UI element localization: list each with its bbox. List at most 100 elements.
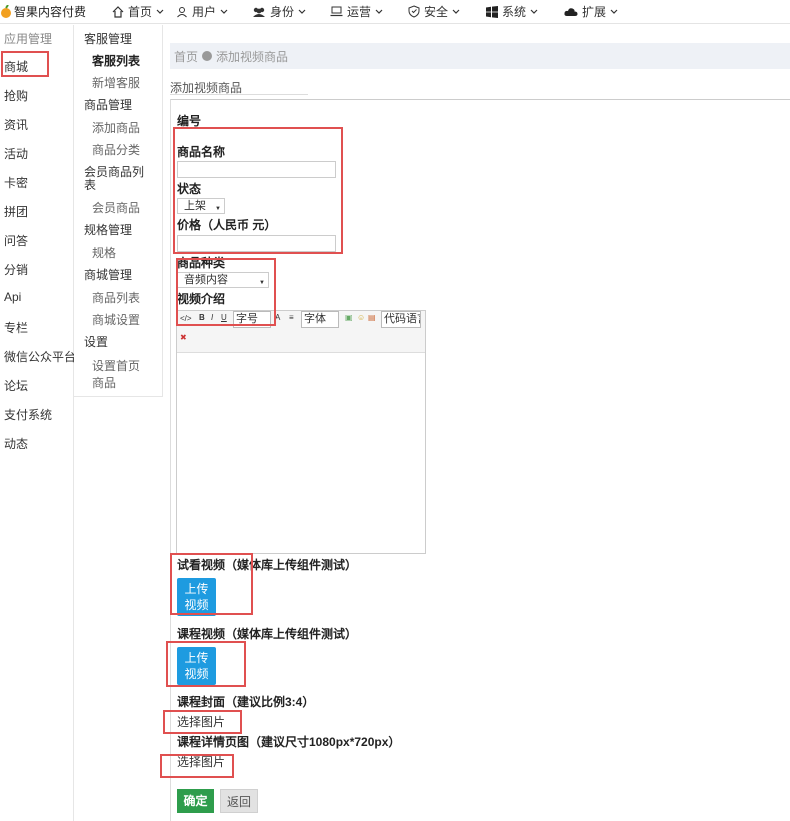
submenu-item-mall-settings[interactable]: 商城设置 [92, 314, 140, 327]
sidebar-item-group-buy[interactable]: 拼团 [4, 203, 28, 220]
nav-extension[interactable]: 扩展 [560, 0, 630, 24]
top-navbar: 智果内容付费 首页 用户 身份 运营 安全 系统 扩展 [0, 0, 790, 24]
category-label: 商品种类 [177, 256, 226, 270]
breadcrumb-home[interactable]: 首页 [174, 48, 198, 65]
category-select[interactable]: 音频内容 ▼ [177, 272, 269, 288]
nav-identity[interactable]: 身份 [248, 0, 326, 24]
editor-toolbar: </> B I U 字号 A ≡ 字体 ▣ ☺ ▤ 代码语言 ✖ [177, 311, 425, 353]
main-nav: 首页 用户 身份 运营 安全 系统 扩展 [108, 0, 630, 24]
nav-home[interactable]: 首页 [108, 0, 172, 24]
image-icon[interactable]: ▣ [345, 313, 353, 322]
chevron-down-icon [610, 9, 618, 14]
detail-image-label: 课程详情页图（建议尺寸1080px*720px） [177, 735, 401, 749]
sidebar-item-wechat[interactable]: 微信公众平台 [4, 348, 76, 365]
nav-security[interactable]: 安全 [404, 0, 482, 24]
sidebar-item-payment[interactable]: 支付系统 [4, 406, 52, 423]
sidebar-item-forum[interactable]: 论坛 [4, 377, 28, 394]
select-detail-image-link[interactable]: 选择图片 [177, 753, 225, 770]
price-input[interactable] [177, 235, 336, 252]
sidebar-item-column[interactable]: 专栏 [4, 319, 28, 336]
dropdown-arrow-icon: ▼ [215, 206, 221, 212]
chevron-down-icon [298, 9, 306, 14]
sidebar-item-card[interactable]: 卡密 [4, 174, 28, 191]
italic-icon[interactable]: I [211, 313, 213, 322]
brand-name: 智果内容付费 [14, 5, 87, 19]
sidebar-item-activity[interactable]: 活动 [4, 145, 28, 162]
sub-menu: 客服管理 客服列表 新增客服 商品管理 添加商品 商品分类 会员商品列表 会员商… [74, 25, 163, 397]
cover-label: 课程封面（建议比例3:4） [177, 695, 315, 709]
chevron-down-icon [375, 9, 383, 14]
confirm-button[interactable]: 确定 [177, 789, 214, 813]
submenu-group-settings[interactable]: 设置 [84, 336, 108, 349]
status-label: 状态 [177, 182, 202, 196]
logo-icon [0, 3, 12, 19]
select-cover-image-link[interactable]: 选择图片 [177, 713, 225, 730]
sidebar-item-qa[interactable]: 问答 [4, 232, 28, 249]
nav-system[interactable]: 系统 [482, 0, 560, 24]
submenu-group-mall[interactable]: 商城管理 [84, 269, 132, 282]
upload-trial-video-button[interactable]: 上传 视频 [177, 578, 216, 616]
dot-separator-icon [202, 51, 213, 61]
chevron-down-icon [530, 9, 538, 14]
clear-format-icon[interactable]: ✖ [180, 333, 187, 342]
tab-underline [170, 94, 308, 95]
submenu-group-spec[interactable]: 规格管理 [84, 224, 132, 237]
html-source-icon[interactable]: </> [180, 314, 192, 323]
breadcrumb: 首页 添加视频商品 [170, 43, 790, 69]
submenu-group-member-goods[interactable]: 会员商品列表 [84, 166, 150, 192]
align-icon[interactable]: ≡ [289, 313, 294, 322]
intro-label: 视频介绍 [177, 292, 226, 306]
name-label: 商品名称 [177, 145, 226, 159]
font-family-select[interactable]: 字体 [301, 311, 339, 328]
chevron-down-icon [156, 9, 164, 14]
font-size-select[interactable]: 字号 [233, 311, 271, 328]
windows-icon [486, 5, 498, 18]
submenu-item-home-goods[interactable]: 设置首页商品 [92, 358, 146, 392]
underline-icon[interactable]: U [221, 313, 227, 322]
nav-operation[interactable]: 运营 [326, 0, 404, 24]
nav-user[interactable]: 用户 [172, 0, 248, 24]
emoji-icon[interactable]: ☺ [357, 313, 365, 322]
home-icon [112, 5, 124, 18]
course-video-label: 课程视频（媒体库上传组件测试） [177, 627, 358, 641]
trial-video-label: 试看视频（媒体库上传组件测试） [177, 558, 358, 572]
submenu-item-spec[interactable]: 规格 [92, 247, 116, 260]
media-icon[interactable]: ▤ [368, 313, 376, 322]
dropdown-arrow-icon: ▼ [259, 280, 265, 286]
id-label: 编号 [177, 114, 202, 128]
submenu-item-goods-category[interactable]: 商品分类 [92, 144, 140, 157]
app-sidebar: 应用管理 商城 抢购 资讯 活动 卡密 拼团 问答 分销 Api 专栏 微信公众… [0, 25, 76, 821]
rich-text-editor[interactable]: </> B I U 字号 A ≡ 字体 ▣ ☺ ▤ 代码语言 ✖ [176, 310, 426, 554]
submenu-item-goods-list[interactable]: 商品列表 [92, 292, 140, 305]
shield-icon [408, 5, 420, 18]
submenu-item-service-list[interactable]: 客服列表 [92, 55, 140, 68]
submenu-group-goods[interactable]: 商品管理 [84, 99, 132, 112]
chevron-down-icon [220, 9, 228, 14]
sidebar-item-distribution[interactable]: 分销 [4, 261, 28, 278]
submenu-group-service[interactable]: 客服管理 [84, 33, 132, 46]
sidebar-item-mall[interactable]: 商城 [4, 58, 28, 75]
chevron-down-icon [452, 9, 460, 14]
bold-icon[interactable]: B [199, 313, 205, 322]
monitor-icon [330, 6, 343, 17]
submenu-item-add-goods[interactable]: 添加商品 [92, 122, 140, 135]
cloud-icon [564, 7, 578, 16]
back-button[interactable]: 返回 [220, 789, 258, 813]
brand[interactable]: 智果内容付费 [0, 3, 108, 20]
upload-course-video-button[interactable]: 上传 视频 [177, 647, 216, 685]
status-select[interactable]: 上架 ▼ [177, 198, 225, 214]
submenu-item-member-goods[interactable]: 会员商品 [92, 202, 140, 215]
sidebar-item-dynamic[interactable]: 动态 [4, 435, 28, 452]
font-color-icon[interactable]: A [275, 313, 280, 322]
name-input[interactable] [177, 161, 336, 178]
sidebar-item-flash-sale[interactable]: 抢购 [4, 87, 28, 104]
sidebar-item-api[interactable]: Api [4, 290, 21, 304]
submenu-item-add-service[interactable]: 新增客服 [92, 77, 140, 90]
group-icon [253, 7, 265, 17]
tab-add-video-goods[interactable]: 添加视频商品 [170, 79, 308, 96]
code-language-select[interactable]: 代码语言 [381, 311, 421, 328]
sidebar-title: 应用管理 [4, 32, 53, 46]
breadcrumb-current: 添加视频商品 [216, 49, 289, 64]
price-label: 价格（人民币 元） [177, 218, 277, 232]
sidebar-item-news[interactable]: 资讯 [4, 116, 28, 133]
